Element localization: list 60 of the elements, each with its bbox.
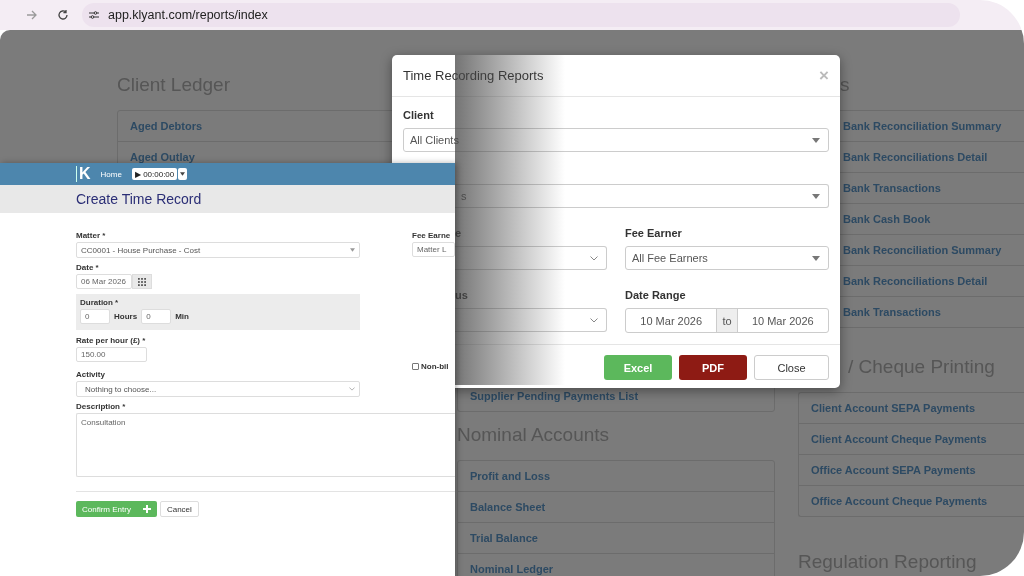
field-label: Activity (76, 370, 106, 379)
chevron-icon (349, 387, 355, 391)
caret-icon (812, 137, 820, 143)
reload-icon[interactable] (57, 9, 69, 21)
field-label: Matter * (76, 231, 107, 240)
report-link[interactable]: Nominal Ledger (458, 554, 774, 576)
field-label: Duration * (80, 298, 120, 307)
chevron-icon (590, 255, 598, 261)
field-label: us (455, 289, 468, 303)
plus-icon (142, 505, 151, 513)
field-label: Date * (76, 263, 100, 272)
field-label: Hours (114, 312, 138, 321)
site-settings-icon[interactable] (88, 10, 100, 20)
field-label: Min (175, 312, 189, 321)
field-label: Client (403, 109, 435, 123)
report-link[interactable]: Office Account Cheque Payments (799, 486, 1024, 516)
caret-icon (180, 172, 186, 176)
minutes-field[interactable]: 0 (141, 309, 172, 324)
report-link[interactable]: Office Account SEPA Payments (799, 455, 1024, 486)
report-link[interactable]: Profit and Loss (458, 461, 774, 492)
caret-icon (350, 248, 355, 252)
report-link[interactable]: Bank Transactions (837, 297, 1024, 327)
address-bar[interactable]: app.klyant.com/reports/index (82, 3, 960, 27)
checkbox[interactable] (412, 363, 419, 370)
report-link[interactable]: Balance Sheet (458, 492, 774, 523)
cancel-button[interactable]: Cancel (159, 501, 199, 517)
caret-icon (812, 193, 820, 199)
fee-earner-select[interactable]: All Fee Earners (625, 246, 829, 270)
field-label: Rate per hour (£) * (76, 336, 147, 345)
dropdown-select[interactable] (455, 308, 607, 332)
caret-icon (812, 255, 820, 261)
report-link[interactable]: Trial Balance (458, 523, 774, 554)
excel-button[interactable]: Excel (604, 355, 672, 380)
matter-select[interactable]: CC0001 - House Purchase - Cost (76, 242, 360, 258)
report-link[interactable]: Client Account Cheque Payments (799, 424, 1024, 455)
close-button[interactable]: Close (754, 355, 829, 380)
chevron-icon (590, 317, 598, 323)
report-link[interactable]: Client Account SEPA Payments (799, 393, 1024, 424)
close-button[interactable]: × (819, 65, 829, 86)
description-field[interactable]: Consultation (76, 413, 455, 477)
checkbox-label: Non-bil (421, 362, 449, 371)
pdf-button[interactable]: PDF (679, 355, 747, 380)
dropdown-select[interactable] (455, 246, 607, 270)
logo[interactable]: K (76, 166, 91, 182)
rate-field[interactable]: 150.00 (76, 347, 147, 362)
fee-earner-field[interactable]: Matter L (412, 242, 455, 257)
confirm-entry-button[interactable]: Confirm Entry (76, 501, 157, 517)
timer-button[interactable]: ▶ 00:00:00 (131, 168, 178, 180)
home-link[interactable]: Home (100, 169, 122, 179)
url-text: app.klyant.com/reports/index (108, 8, 268, 22)
page-title: Create Time Record (76, 191, 202, 207)
timer-dropdown-button[interactable] (178, 168, 188, 180)
field-label: Date Range (625, 289, 687, 303)
activity-select[interactable]: Nothing to choose... (76, 381, 360, 397)
hours-field[interactable]: 0 (80, 309, 110, 324)
field-label: Fee Earner (625, 227, 683, 241)
field-label: Fee Earne (412, 231, 452, 240)
grid-icon (138, 277, 146, 286)
field-label: Description * (76, 402, 127, 411)
calendar-button[interactable] (132, 274, 152, 289)
